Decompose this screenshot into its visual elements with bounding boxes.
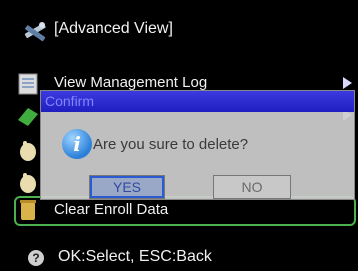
menu-item-label: View Management Log <box>54 74 208 91</box>
info-icon: i <box>62 129 92 159</box>
menu-item-clear-enroll-data[interactable]: Clear Enroll Data <box>14 196 356 226</box>
dialog-title: Confirm <box>45 93 95 109</box>
dialog-titlebar: Confirm <box>41 91 354 112</box>
dialog-message: Are you sure to delete? <box>93 136 249 153</box>
title-bar: [Advanced View] <box>0 0 358 50</box>
page-title: [Advanced View] <box>54 20 173 37</box>
yes-button[interactable]: YES <box>89 175 165 199</box>
trash-can-icon <box>20 200 36 220</box>
log-icon <box>18 73 38 95</box>
eraser-icon <box>18 108 38 126</box>
wrench-screwdriver-icon <box>24 22 46 42</box>
footer-hint-bar: ? OK:Select, ESC:Back <box>0 247 358 271</box>
hand-icon <box>20 141 36 161</box>
no-button[interactable]: NO <box>213 175 291 199</box>
help-icon: ? <box>28 250 44 266</box>
confirm-dialog: Confirm i Are you sure to delete? YES NO <box>41 91 354 199</box>
hand-icon <box>20 173 36 193</box>
menu-item-label: Clear Enroll Data <box>54 201 169 218</box>
key-hint: OK:Select, ESC:Back <box>58 248 212 265</box>
submenu-arrow-icon <box>343 77 352 89</box>
